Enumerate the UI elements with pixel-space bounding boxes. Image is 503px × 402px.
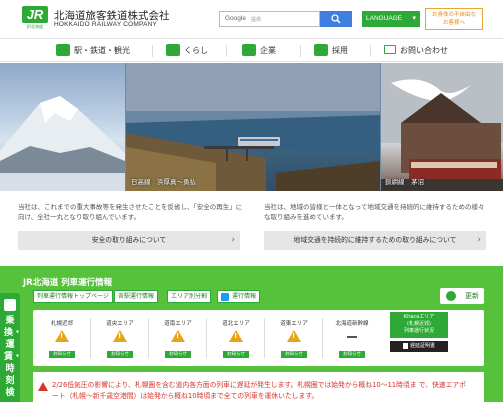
kitaca-area-button[interactable]: Kitacaエリア (札幌近郊) 列車運行状況 (390, 312, 448, 338)
nav-item-label: 駅・鉄道・観光 (74, 46, 130, 55)
nav-item-label: お問い合わせ (400, 46, 448, 55)
train-info-title: JR北海道 列車運行情報 (23, 278, 113, 288)
regional-initiatives-button[interactable]: 地域交通を持続的に維持するための取り組みについて › (264, 231, 486, 250)
company-name-en: HOKKAIDO RAILWAY COMPANY (54, 21, 158, 28)
warning-icon: ! (287, 330, 301, 342)
logo-subtext: JR北海道 (27, 24, 43, 29)
crane-scene-graphic (381, 63, 503, 191)
nav-item-corporate[interactable]: 企業 (242, 43, 276, 59)
nav-item-living[interactable]: くらし (166, 43, 208, 59)
warning-icon: ! (55, 330, 69, 342)
main-nav: 駅・鉄道・観光 くらし 企業 採用 お問い合わせ (0, 38, 503, 62)
search-icon (331, 14, 341, 24)
delay-certificate-button[interactable]: 遅延証明書 (390, 341, 448, 352)
kitaca-line2: (札幌近郊) (407, 321, 431, 327)
train-icon (56, 43, 70, 56)
area-status-badge: お知らせ (107, 351, 133, 358)
document-icon (402, 342, 408, 349)
kitaca-line3: 列車運行状況 (403, 328, 434, 334)
safety-initiatives-label: 安全の取り組みについて (91, 236, 167, 244)
accessibility-line1: お身体の不自由な (431, 12, 476, 18)
twitter-train-info-label: 運行情報 (232, 293, 257, 300)
area-name: 札幌近郊 (50, 321, 73, 327)
regional-initiatives-label: 地域交通を持続的に維持するための取り組みについて (293, 236, 457, 244)
people-icon (314, 43, 328, 56)
refresh-label: 更新 (465, 292, 479, 300)
nav-item-careers[interactable]: 採用 (314, 43, 348, 59)
hero-carousel[interactable]: 日高線 浜厚真～勇払 釧網線 茅沼 (0, 63, 503, 191)
area-status-badge: お知らせ (339, 351, 365, 358)
logo-mark: JR (22, 6, 48, 23)
nav-divider (152, 45, 153, 57)
nav-item-label: 採用 (332, 46, 348, 55)
safety-initiatives-button[interactable]: 安全の取り組みについて › (18, 231, 240, 250)
timetable-icon (4, 299, 16, 311)
area-name: 道東エリア (280, 321, 308, 327)
area-sapporo[interactable]: 札幌近郊 ! お知らせ (33, 310, 91, 366)
accessibility-line2: お客様へ (442, 20, 465, 26)
area-name: 北海道新幹線 (335, 321, 369, 327)
tab-train-info-top[interactable]: 列車運行情報トップページ (33, 290, 113, 303)
warning-icon: ! (171, 330, 185, 342)
area-name: 道南エリア (164, 321, 192, 327)
tab-area-split[interactable]: エリア別分割 (167, 290, 212, 303)
warning-icon: ! (113, 330, 127, 342)
accessibility-link[interactable]: お身体の不自由な お客様へ (425, 8, 483, 30)
chevron-right-icon: › (231, 235, 235, 245)
search-button[interactable] (320, 11, 352, 27)
nav-divider (226, 45, 227, 57)
area-name: 道北エリア (222, 321, 250, 327)
mountain-graphic (0, 96, 125, 191)
jr-logo[interactable]: JR JR北海道 (22, 6, 48, 30)
search-input[interactable]: Google 提供 (219, 11, 320, 27)
hero-image-crane-train (381, 63, 503, 191)
area-status-badge: お知らせ (223, 351, 249, 358)
nav-item-label: 企業 (260, 46, 276, 55)
site-header: JR JR北海道 北海道旅客鉄道株式会社 HOKKAIDO RAILWAY CO… (0, 0, 503, 38)
envelope-icon (384, 45, 396, 54)
hero-image-coastal-train (126, 63, 380, 191)
normal-status-icon (347, 336, 357, 338)
language-select[interactable]: LANGUAGE ▾ (362, 11, 420, 27)
nav-divider (300, 45, 301, 57)
refresh-icon (446, 291, 456, 301)
area-doou[interactable]: 道央エリア ! お知らせ (91, 310, 149, 366)
google-provided-label: 提供 (251, 17, 262, 23)
nav-item-stations[interactable]: 駅・鉄道・観光 (56, 43, 130, 59)
nav-item-contact[interactable]: お問い合わせ (384, 43, 448, 59)
hero-image-mountain (0, 63, 125, 191)
shopping-bag-icon (166, 43, 180, 56)
area-shinkansen[interactable]: 北海道新幹線 お知らせ (323, 310, 381, 366)
hero-caption-center: 日高線 浜厚真～勇払 (131, 178, 196, 186)
building-icon (242, 43, 256, 56)
nav-divider (370, 45, 371, 57)
hero-caption-right: 釧網線 茅沼 (385, 178, 424, 186)
area-name: 道央エリア (106, 321, 134, 327)
twitter-icon (221, 293, 229, 301)
kitaca-line1: Kitacaエリア (403, 314, 435, 320)
route-search-sidetab[interactable]: 乗換・運賃・時刻検 (0, 293, 23, 402)
route-search-label: 乗換・運賃・時刻検 (4, 316, 23, 398)
coastal-scene-graphic (126, 63, 380, 191)
chevron-right-icon: › (477, 235, 481, 245)
alert-icon (38, 382, 48, 391)
delay-certificate-label: 遅延証明書 (409, 343, 435, 349)
safety-notice-text: 当社は、これまでの重大事故等を発生させたことを反省し、「安全の再生」に向け、全社… (18, 203, 243, 221)
chevron-down-icon: ▾ (412, 15, 416, 22)
area-donan[interactable]: 道南エリア ! お知らせ (149, 310, 207, 366)
nav-item-label: くらし (184, 46, 208, 55)
language-label: LANGUAGE (366, 15, 403, 22)
area-status-badge: お知らせ (165, 351, 191, 358)
alert-message[interactable]: 2/26低気圧の影響により、札幌圏を含む道内各方面の列車に遅延が発生します。札幌… (52, 380, 472, 402)
tab-station-info[interactable]: 各駅運行情報 (114, 290, 159, 303)
area-status-badge: お知らせ (49, 351, 75, 358)
area-status-badge: お知らせ (281, 351, 307, 358)
area-dohoku[interactable]: 道北エリア ! お知らせ (207, 310, 265, 366)
area-doto[interactable]: 道東エリア ! お知らせ (265, 310, 323, 366)
warning-icon: ! (229, 330, 243, 342)
refresh-button[interactable]: 更新 (440, 288, 484, 304)
twitter-train-info-link[interactable]: 運行情報 (217, 290, 261, 303)
google-label: Google (225, 15, 246, 22)
regional-notice-text: 当社は、地域の皆様と一体となって地域交通を持続的に維持するための様々な取り組みを… (264, 203, 485, 221)
